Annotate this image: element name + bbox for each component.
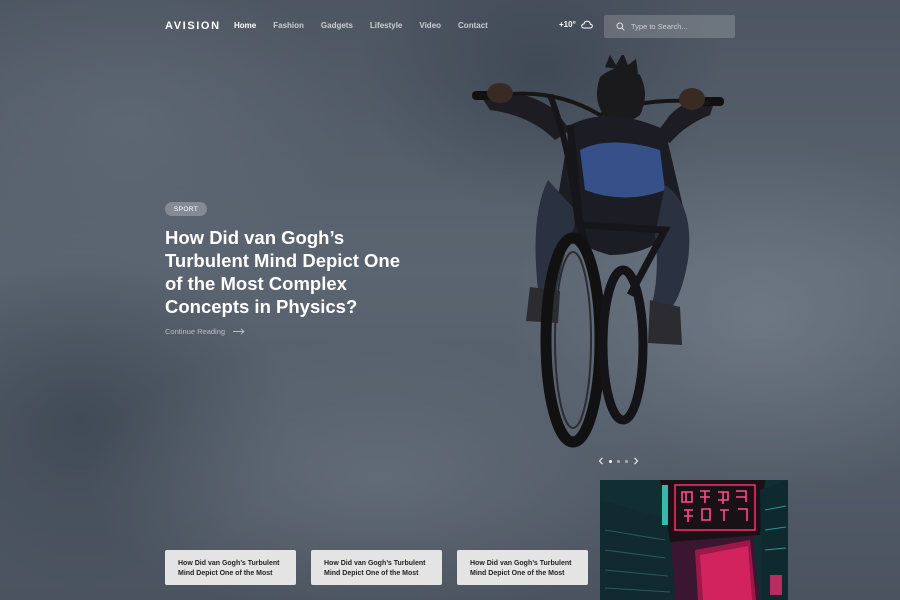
search-icon: [616, 22, 625, 31]
hero-bmx-rider-image: [472, 55, 724, 448]
cloud-icon: [581, 20, 593, 29]
neon-city-thumbnail[interactable]: [600, 480, 788, 600]
article-card[interactable]: How Did van Gogh’s Turbulent Mind Depict…: [165, 550, 296, 585]
nav-item-home[interactable]: Home: [234, 21, 256, 30]
chevron-left-icon[interactable]: [598, 457, 604, 465]
slider-controls: [598, 457, 639, 465]
nav-item-contact[interactable]: Contact: [458, 21, 488, 30]
article-card[interactable]: How Did van Gogh’s Turbulent Mind Depict…: [457, 550, 588, 585]
nav-item-video[interactable]: Video: [419, 21, 441, 30]
card-title-line: Mind Depict One of the Most: [324, 570, 419, 577]
continue-reading-label: Continue Reading: [165, 327, 226, 336]
search-box[interactable]: [604, 15, 735, 38]
card-title-line: How Did van Gogh’s Turbulent: [178, 560, 280, 567]
weather-temperature: +10°: [559, 20, 576, 29]
hero-title[interactable]: How Did van Gogh’s Turbulent Mind Depict…: [165, 226, 405, 318]
card-title-line: Mind Depict One of the Most: [470, 570, 565, 577]
nav-item-fashion[interactable]: Fashion: [273, 21, 304, 30]
slider-dot-2[interactable]: [617, 459, 620, 463]
continue-reading-link[interactable]: Continue Reading: [165, 327, 245, 336]
arrow-right-icon: [233, 328, 245, 335]
slider-dot-3[interactable]: [625, 459, 628, 463]
brand-logo[interactable]: AVISION: [165, 20, 221, 32]
nav-item-gadgets[interactable]: Gadgets: [321, 21, 353, 30]
card-title-line: Mind Depict One of the Most: [178, 570, 273, 577]
article-card[interactable]: How Did van Gogh’s Turbulent Mind Depict…: [311, 550, 442, 585]
chevron-right-icon[interactable]: [633, 457, 639, 465]
card-title-line: How Did van Gogh’s Turbulent: [470, 560, 572, 567]
weather-widget: +10°: [559, 20, 593, 29]
card-title-line: How Did van Gogh’s Turbulent: [324, 560, 426, 567]
main-nav: Home Fashion Gadgets Lifestyle Video Con…: [234, 21, 488, 30]
search-input[interactable]: [631, 22, 731, 31]
category-badge[interactable]: SPORT: [165, 202, 207, 216]
nav-item-lifestyle[interactable]: Lifestyle: [370, 21, 402, 30]
slider-dot-1[interactable]: [609, 459, 612, 463]
